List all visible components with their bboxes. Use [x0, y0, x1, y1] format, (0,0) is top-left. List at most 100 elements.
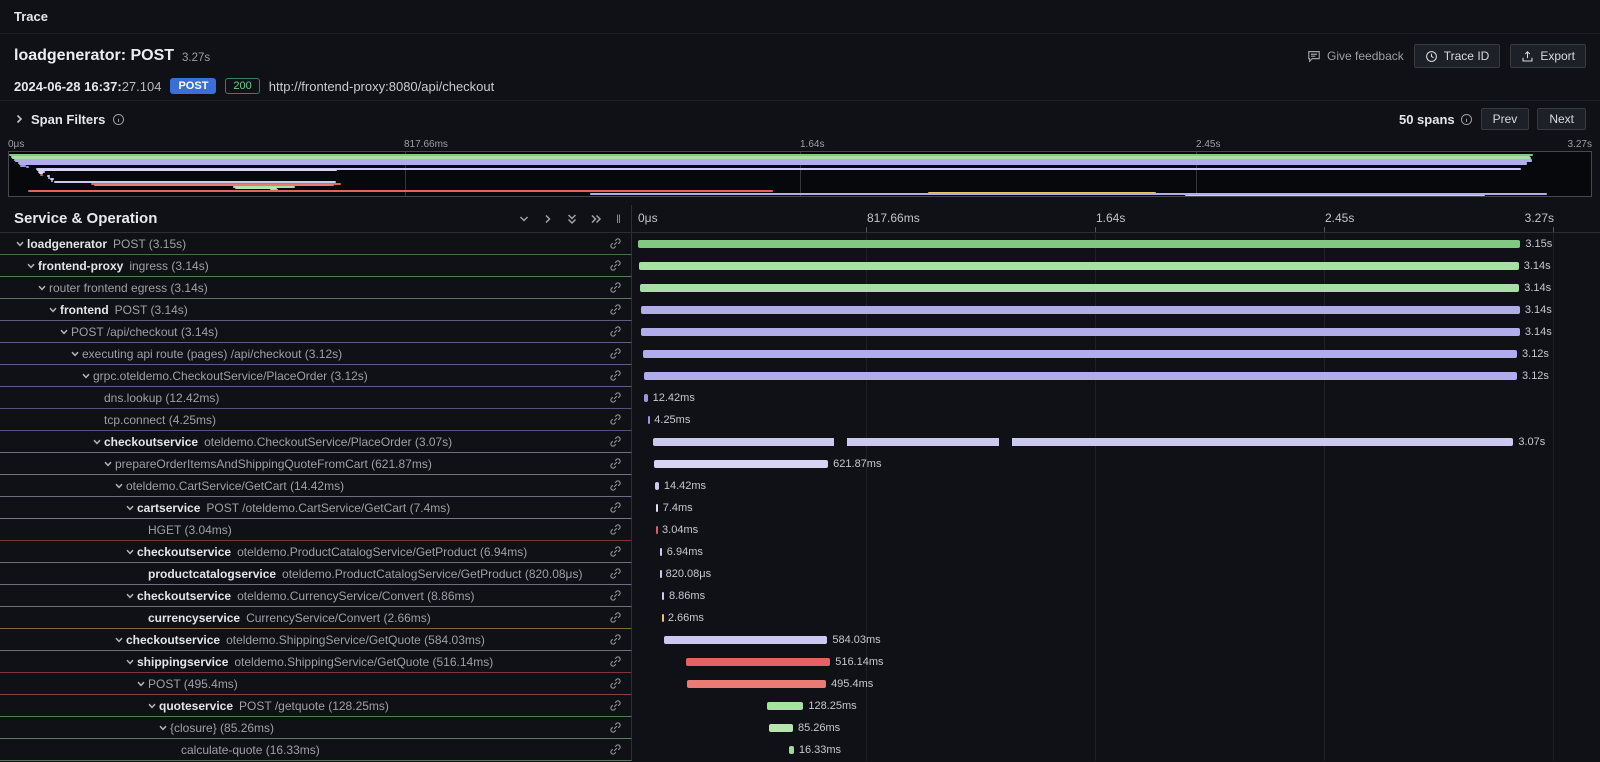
span-timeline-cell[interactable]: 7.4ms [632, 497, 1600, 519]
span-expander-icon[interactable] [144, 701, 159, 711]
span-expander-icon[interactable] [34, 283, 49, 293]
span-link-icon[interactable] [600, 391, 631, 404]
span-bar[interactable] [662, 592, 664, 600]
minimap-canvas[interactable] [8, 151, 1592, 197]
span-timeline-cell[interactable]: 584.03ms [632, 629, 1600, 651]
span-name-cell[interactable]: checkoutserviceoteldemo.ProductCatalogSe… [0, 541, 632, 563]
span-bar[interactable] [656, 526, 658, 534]
span-row[interactable]: POST (495.4ms)495.4ms [0, 673, 1600, 695]
span-expander-icon[interactable] [155, 723, 170, 733]
span-row[interactable]: loadgeneratorPOST (3.15s)3.15s [0, 233, 1600, 255]
span-name-cell[interactable]: HGET (3.04ms) [0, 519, 632, 541]
span-row[interactable]: currencyserviceCurrencyService/Convert (… [0, 607, 1600, 629]
span-timeline-cell[interactable]: 128.25ms [632, 695, 1600, 717]
span-timeline-cell[interactable]: 6.94ms [632, 541, 1600, 563]
span-row[interactable]: calculate-quote (16.33ms)16.33ms [0, 739, 1600, 761]
span-row[interactable]: HGET (3.04ms)3.04ms [0, 519, 1600, 541]
span-timeline-cell[interactable]: 3.07s [632, 431, 1600, 453]
span-link-icon[interactable] [600, 699, 631, 712]
span-bar[interactable] [644, 372, 1517, 380]
span-name-cell[interactable]: calculate-quote (16.33ms) [0, 739, 632, 761]
span-filters-toggle[interactable]: Span Filters [14, 112, 125, 127]
span-timeline-cell[interactable]: 14.42ms [632, 475, 1600, 497]
prev-button[interactable]: Prev [1481, 108, 1530, 130]
span-expander-icon[interactable] [12, 239, 27, 249]
span-row[interactable]: POST /api/checkout (3.14s)3.14s [0, 321, 1600, 343]
span-bar[interactable] [644, 394, 647, 402]
span-expander-icon[interactable] [100, 459, 115, 469]
span-bar[interactable] [660, 548, 662, 556]
span-row[interactable]: {closure} (85.26ms)85.26ms [0, 717, 1600, 739]
span-row[interactable]: dns.lookup (12.42ms)12.42ms [0, 387, 1600, 409]
span-row[interactable]: checkoutserviceoteldemo.ProductCatalogSe… [0, 541, 1600, 563]
span-timeline-cell[interactable]: 820.08μs [632, 563, 1600, 585]
span-expander-icon[interactable] [122, 547, 137, 557]
span-expander-icon[interactable] [122, 657, 137, 667]
span-bar[interactable] [643, 350, 1517, 358]
span-expander-icon[interactable] [56, 327, 71, 337]
span-timeline-cell[interactable]: 516.14ms [632, 651, 1600, 673]
trace-id-button[interactable]: Trace ID [1414, 44, 1501, 68]
span-name-cell[interactable]: checkoutserviceoteldemo.ShippingService/… [0, 629, 632, 651]
span-row[interactable]: frontend-proxyingress (3.14s)3.14s [0, 255, 1600, 277]
span-expander-icon[interactable] [45, 305, 60, 315]
span-row[interactable]: shippingserviceoteldemo.ShippingService/… [0, 651, 1600, 673]
collapse-one-icon[interactable] [518, 213, 530, 225]
span-bar[interactable] [687, 680, 826, 688]
span-timeline-cell[interactable]: 12.42ms [632, 387, 1600, 409]
span-timeline-cell[interactable]: 2.66ms [632, 607, 1600, 629]
span-link-icon[interactable] [600, 567, 631, 580]
span-name-cell[interactable]: currencyserviceCurrencyService/Convert (… [0, 607, 632, 629]
span-link-icon[interactable] [600, 523, 631, 536]
span-link-icon[interactable] [600, 611, 631, 624]
expand-all-icon[interactable] [590, 213, 602, 225]
span-link-icon[interactable] [600, 743, 631, 756]
span-name-cell[interactable]: cartservicePOST /oteldemo.CartService/Ge… [0, 497, 632, 519]
span-link-icon[interactable] [600, 721, 631, 734]
span-timeline-cell[interactable]: 3.15s [632, 233, 1600, 255]
span-expander-icon[interactable] [23, 261, 38, 271]
span-link-icon[interactable] [600, 479, 631, 492]
span-expander-icon[interactable] [78, 371, 93, 381]
span-row[interactable]: grpc.oteldemo.CheckoutService/PlaceOrder… [0, 365, 1600, 387]
span-bar[interactable] [656, 504, 658, 512]
span-timeline-cell[interactable]: 3.14s [632, 255, 1600, 277]
span-name-cell[interactable]: shippingserviceoteldemo.ShippingService/… [0, 651, 632, 673]
span-expander-icon[interactable] [122, 503, 137, 513]
span-row[interactable]: quoteservicePOST /getquote (128.25ms)128… [0, 695, 1600, 717]
span-row[interactable]: frontendPOST (3.14s)3.14s [0, 299, 1600, 321]
span-bar[interactable] [641, 306, 1520, 314]
span-link-icon[interactable] [600, 677, 631, 690]
span-bar[interactable] [660, 570, 662, 578]
span-name-cell[interactable]: executing api route (pages) /api/checkou… [0, 343, 632, 365]
span-timeline-cell[interactable]: 621.87ms [632, 453, 1600, 475]
span-row[interactable]: executing api route (pages) /api/checkou… [0, 343, 1600, 365]
span-link-icon[interactable] [600, 545, 631, 558]
span-expander-icon[interactable] [89, 437, 104, 447]
span-timeline-cell[interactable]: 3.12s [632, 343, 1600, 365]
column-resize-handle[interactable]: ‖ [614, 212, 623, 226]
span-link-icon[interactable] [600, 347, 631, 360]
span-name-cell[interactable]: {closure} (85.26ms) [0, 717, 632, 739]
span-link-icon[interactable] [600, 303, 631, 316]
export-button[interactable]: Export [1510, 44, 1586, 68]
span-bar[interactable] [769, 724, 793, 732]
span-name-cell[interactable]: frontend-proxyingress (3.14s) [0, 255, 632, 277]
span-link-icon[interactable] [600, 435, 631, 448]
span-name-cell[interactable]: oteldemo.CartService/GetCart (14.42ms) [0, 475, 632, 497]
span-link-icon[interactable] [600, 369, 631, 382]
expand-one-icon[interactable] [542, 213, 554, 225]
next-button[interactable]: Next [1537, 108, 1586, 130]
span-bar[interactable] [767, 702, 803, 710]
span-bar[interactable] [686, 658, 831, 666]
span-name-cell[interactable]: router frontend egress (3.14s) [0, 277, 632, 299]
span-row[interactable]: oteldemo.CartService/GetCart (14.42ms)14… [0, 475, 1600, 497]
span-name-cell[interactable]: quoteservicePOST /getquote (128.25ms) [0, 695, 632, 717]
span-timeline-cell[interactable]: 495.4ms [632, 673, 1600, 695]
span-row[interactable]: checkoutserviceoteldemo.CurrencyService/… [0, 585, 1600, 607]
span-timeline-cell[interactable]: 8.86ms [632, 585, 1600, 607]
give-feedback-link[interactable]: Give feedback [1307, 49, 1404, 63]
collapse-all-icon[interactable] [566, 213, 578, 225]
span-link-icon[interactable] [600, 325, 631, 338]
span-link-icon[interactable] [600, 589, 631, 602]
